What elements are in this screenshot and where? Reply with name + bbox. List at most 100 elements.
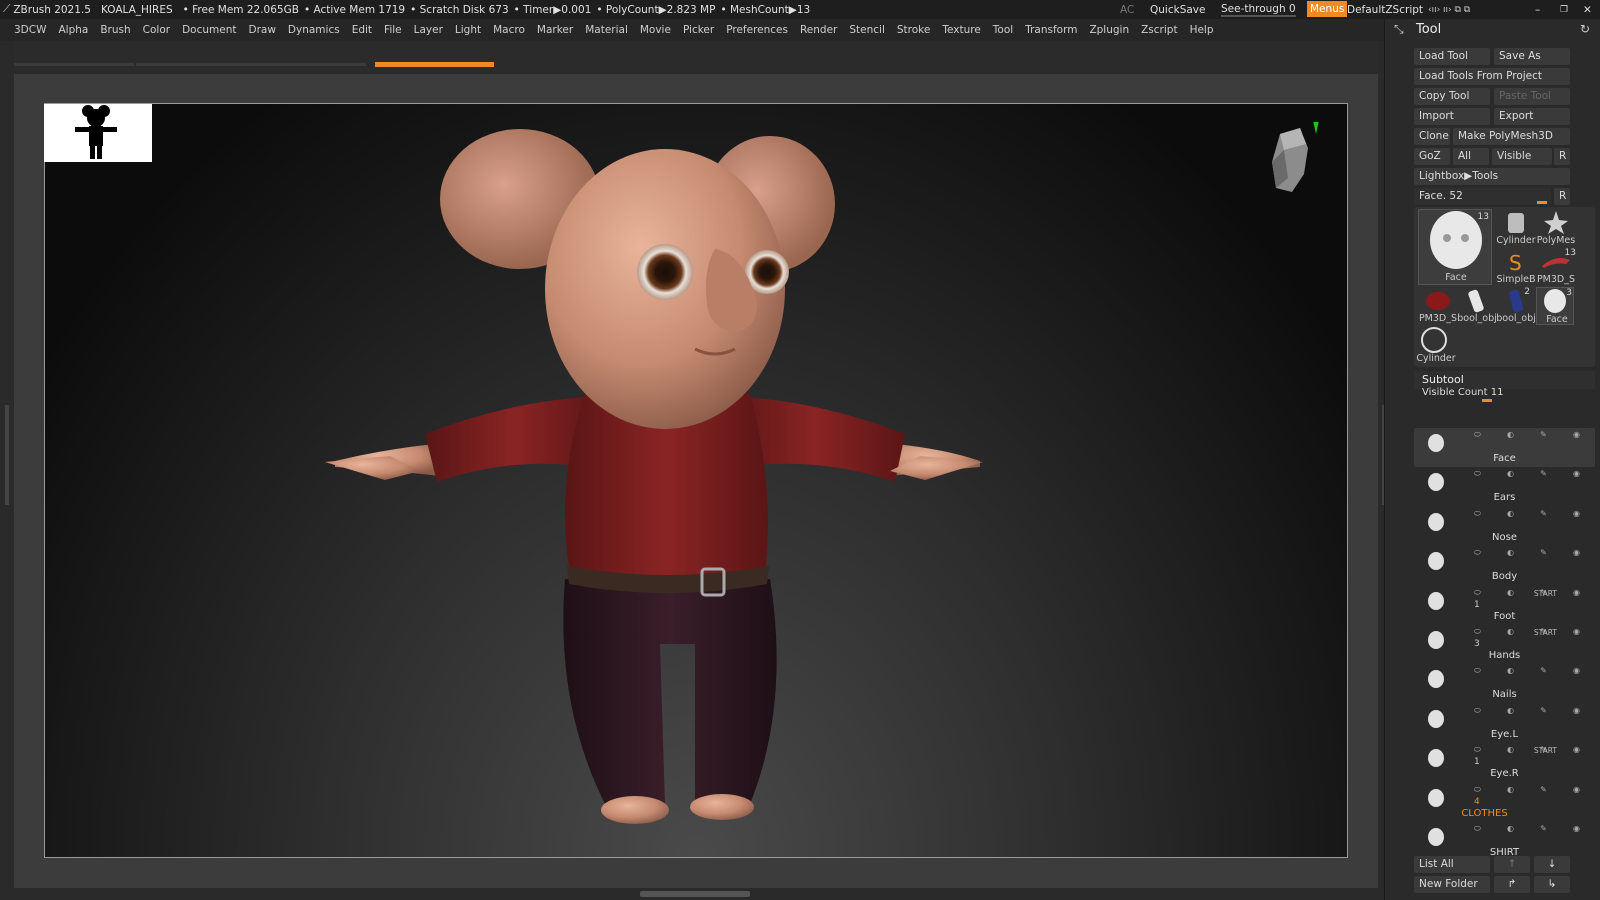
toggle-icon[interactable]: ⬭ xyxy=(1474,627,1481,637)
eye-icon[interactable]: ◉ xyxy=(1573,824,1580,834)
subtool-controls[interactable]: ⬭ ◐ ✎ ◉ xyxy=(1474,706,1580,716)
subtool-row-foot[interactable]: ⬭ ◐ ✎ ◉ START 1 Foot xyxy=(1414,586,1595,625)
navigation-gizmo[interactable] xyxy=(1262,104,1323,212)
tool-thumb-face[interactable]: 13 Face xyxy=(1418,209,1492,285)
eye-icon[interactable]: ◉ xyxy=(1573,469,1580,479)
subtool-controls[interactable]: ⬭ ◐ ✎ ◉ xyxy=(1474,588,1580,598)
menu-layer[interactable]: Layer xyxy=(414,24,443,36)
menu-3dcw[interactable]: 3DCW xyxy=(14,24,46,36)
menu-movie[interactable]: Movie xyxy=(640,24,671,36)
menu-light[interactable]: Light xyxy=(455,24,481,36)
edit-icon[interactable]: ✎ xyxy=(1540,706,1547,716)
menu-macro[interactable]: Macro xyxy=(493,24,525,36)
polyfill-icon[interactable]: ◐ xyxy=(1507,469,1514,479)
tool-thumb-cylinder[interactable]: Cylinder xyxy=(1496,209,1536,247)
subtool-controls[interactable]: ⬭ ◐ ✎ ◉ xyxy=(1474,745,1580,755)
layout-arrows-icon[interactable]: ‹ıı› ıı› ⧉ ⧉ xyxy=(1428,5,1470,15)
goz-all-button[interactable]: All xyxy=(1453,148,1489,165)
polyfill-icon[interactable]: ◐ xyxy=(1507,824,1514,834)
subtool-row-hands[interactable]: ⬭ ◐ ✎ ◉ START 3 Hands xyxy=(1414,625,1595,664)
tool-thumb-pm3d-1[interactable]: 13 PM3D_S xyxy=(1536,248,1576,286)
subtool-row-nose[interactable]: ⬭ ◐ ✎ ◉ Nose xyxy=(1414,507,1595,546)
default-zscript[interactable]: DefaultZScript xyxy=(1347,4,1423,16)
make-polymesh3d-button[interactable]: Make PolyMesh3D xyxy=(1453,128,1570,145)
menu-preferences[interactable]: Preferences xyxy=(726,24,788,36)
face-slider[interactable]: Face. 52 xyxy=(1414,188,1551,205)
menu-edit[interactable]: Edit xyxy=(352,24,372,36)
face-slider-r-button[interactable]: R xyxy=(1554,188,1570,205)
menu-stencil[interactable]: Stencil xyxy=(849,24,885,36)
toggle-icon[interactable]: ⬭ xyxy=(1474,588,1481,598)
menu-draw[interactable]: Draw xyxy=(248,24,275,36)
maximize-icon[interactable]: ❐ xyxy=(1560,5,1568,15)
import-button[interactable]: Import xyxy=(1414,108,1490,125)
menu-marker[interactable]: Marker xyxy=(537,24,573,36)
edit-icon[interactable]: ✎ xyxy=(1540,509,1547,519)
left-tray-handle[interactable] xyxy=(5,405,9,505)
eye-icon[interactable]: ◉ xyxy=(1573,588,1580,598)
move-up-button[interactable]: ↑ xyxy=(1494,856,1530,873)
tool-thumb-pm3d-2[interactable]: PM3D_S xyxy=(1418,287,1458,325)
visible-count-slider[interactable]: Visible Count 11 xyxy=(1422,387,1503,398)
tool-thumb-cylinder-2[interactable]: Cylinder xyxy=(1416,327,1456,365)
polyfill-icon[interactable]: ◐ xyxy=(1507,627,1514,637)
list-all-button[interactable]: List All xyxy=(1414,856,1490,873)
menu-render[interactable]: Render xyxy=(800,24,837,36)
quicksave-button[interactable]: QuickSave xyxy=(1150,4,1205,16)
menu-document[interactable]: Document xyxy=(182,24,236,36)
menu-texture[interactable]: Texture xyxy=(942,24,980,36)
polyfill-icon[interactable]: ◐ xyxy=(1507,666,1514,676)
subtool-controls[interactable]: ⬭ ◐ ✎ ◉ xyxy=(1474,469,1580,479)
menu-alpha[interactable]: Alpha xyxy=(58,24,88,36)
subtool-row-ears[interactable]: ⬭ ◐ ✎ ◉ Ears xyxy=(1414,467,1595,506)
clone-button[interactable]: Clone xyxy=(1414,128,1450,145)
menu-tool[interactable]: Tool xyxy=(993,24,1013,36)
see-through-slider[interactable]: See-through 0 xyxy=(1221,3,1296,17)
menu-material[interactable]: Material xyxy=(585,24,628,36)
toggle-icon[interactable]: ⬭ xyxy=(1474,509,1481,519)
refresh-icon[interactable]: ↻ xyxy=(1580,22,1590,36)
subtool-row-eye-l[interactable]: ⬭ ◐ ✎ ◉ Eye.L xyxy=(1414,704,1595,743)
eye-icon[interactable]: ◉ xyxy=(1573,548,1580,558)
koala-model[interactable] xyxy=(45,104,1348,858)
silhouette-thumbnail[interactable] xyxy=(44,104,152,162)
edit-icon[interactable]: ✎ xyxy=(1540,666,1547,676)
toggle-icon[interactable]: ⬭ xyxy=(1474,666,1481,676)
polyfill-icon[interactable]: ◐ xyxy=(1507,430,1514,440)
polyfill-icon[interactable]: ◐ xyxy=(1507,745,1514,755)
export-button[interactable]: Export xyxy=(1494,108,1570,125)
menu-picker[interactable]: Picker xyxy=(683,24,714,36)
bottom-tray-handle[interactable] xyxy=(640,891,750,897)
edit-icon[interactable]: ✎ xyxy=(1540,785,1547,795)
folder-insert-button[interactable]: ↳ xyxy=(1534,876,1570,893)
goz-visible-button[interactable]: Visible xyxy=(1492,148,1552,165)
subtool-controls[interactable]: ⬭ ◐ ✎ ◉ xyxy=(1474,785,1580,795)
toggle-icon[interactable]: ⬭ xyxy=(1474,745,1481,755)
subtool-row-clothes[interactable]: ⬭ ◐ ✎ ◉ 4 CLOTHES xyxy=(1414,783,1595,822)
subtool-controls[interactable]: ⬭ ◐ ✎ ◉ xyxy=(1474,627,1580,637)
eye-icon[interactable]: ◉ xyxy=(1573,509,1580,519)
polyfill-icon[interactable]: ◐ xyxy=(1507,588,1514,598)
subtool-controls[interactable]: ⬭ ◐ ✎ ◉ xyxy=(1474,548,1580,558)
tool-thumb-face-2[interactable]: 3 Face xyxy=(1536,287,1574,325)
subtool-controls[interactable]: ⬭ ◐ ✎ ◉ xyxy=(1474,509,1580,519)
edit-icon[interactable]: ✎ xyxy=(1540,824,1547,834)
eye-icon[interactable]: ◉ xyxy=(1573,666,1580,676)
tool-thumb-polymesh[interactable]: PolyMes xyxy=(1536,209,1576,247)
tool-thumb-bool-2[interactable]: 2 bool_obj xyxy=(1496,287,1536,325)
eye-icon[interactable]: ◉ xyxy=(1573,706,1580,716)
toggle-icon[interactable]: ⬭ xyxy=(1474,824,1481,834)
subtool-row-eye-r[interactable]: ⬭ ◐ ✎ ◉ START 1 Eye.R xyxy=(1414,743,1595,782)
toggle-icon[interactable]: ⬭ xyxy=(1474,706,1481,716)
polyfill-icon[interactable]: ◐ xyxy=(1507,706,1514,716)
subtool-controls[interactable]: ⬭ ◐ ✎ ◉ xyxy=(1474,824,1580,834)
polyfill-icon[interactable]: ◐ xyxy=(1507,548,1514,558)
folder-action-button[interactable]: ↱ xyxy=(1494,876,1530,893)
paste-tool-button[interactable]: Paste Tool xyxy=(1494,88,1570,105)
eye-icon[interactable]: ◉ xyxy=(1573,627,1580,637)
subtool-row-nails[interactable]: ⬭ ◐ ✎ ◉ Nails xyxy=(1414,664,1595,703)
menu-brush[interactable]: Brush xyxy=(100,24,130,36)
menu-transform[interactable]: Transform xyxy=(1025,24,1077,36)
new-folder-button[interactable]: New Folder xyxy=(1414,876,1490,893)
goz-button[interactable]: GoZ xyxy=(1414,148,1450,165)
